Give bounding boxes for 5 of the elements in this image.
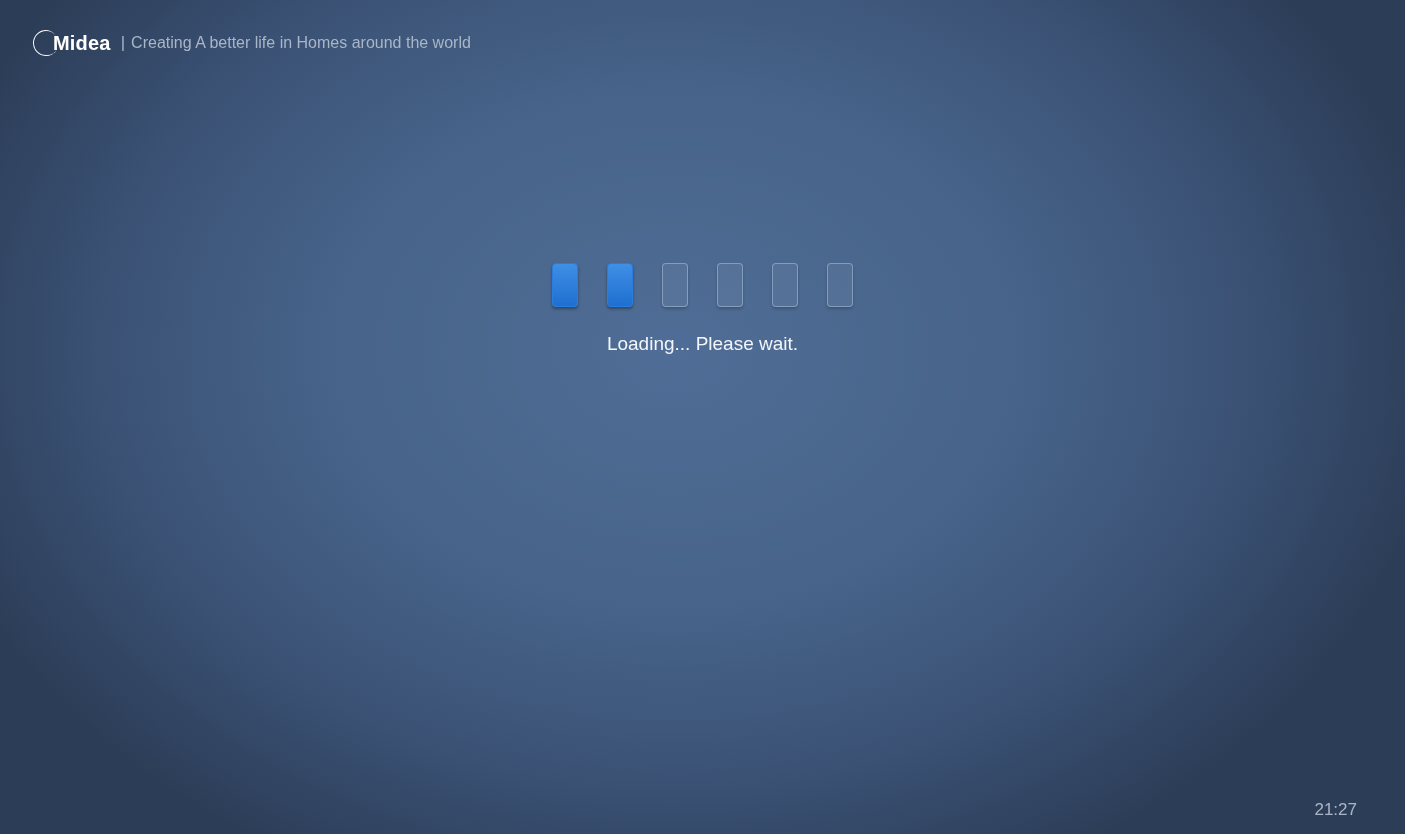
tagline: Creating A better life in Homes around the world [131,34,471,52]
clock-time: 21:27 [1314,800,1357,820]
loading-message: Loading... Please wait. [606,333,799,355]
separator: | [120,33,126,53]
brand-name: Midea [53,31,111,55]
